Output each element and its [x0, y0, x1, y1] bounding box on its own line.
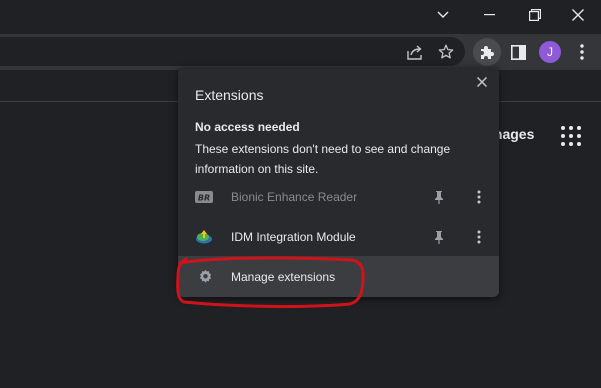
- restore-button[interactable]: [512, 0, 558, 30]
- minimize-button[interactable]: [466, 0, 512, 30]
- tab-search-button[interactable]: [420, 0, 466, 30]
- address-bar[interactable]: [0, 37, 465, 66]
- extension-more-button[interactable]: [471, 189, 487, 205]
- popup-close-button[interactable]: [474, 74, 490, 90]
- side-panel-icon: [510, 44, 526, 60]
- apps-grid-button[interactable]: [561, 126, 581, 146]
- profile-avatar[interactable]: J: [539, 41, 561, 63]
- more-vert-icon: [580, 44, 584, 60]
- extension-name: Bionic Enhance Reader: [231, 190, 358, 204]
- bookmark-star-button[interactable]: [436, 34, 456, 70]
- pin-icon: [435, 191, 443, 204]
- idm-icon: [195, 228, 213, 246]
- star-icon: [438, 44, 454, 59]
- share-button[interactable]: [404, 34, 424, 70]
- extension-item[interactable]: IDM Integration Module: [178, 217, 499, 257]
- pin-button[interactable]: [431, 189, 447, 205]
- svg-text:BR: BR: [198, 194, 210, 203]
- bionic-reader-icon: BR: [195, 188, 213, 206]
- more-vert-icon: [477, 230, 481, 244]
- extensions-button[interactable]: [473, 38, 501, 66]
- extensions-puzzle-icon: [481, 46, 494, 59]
- pin-button[interactable]: [431, 229, 447, 245]
- minimize-icon: [483, 14, 495, 16]
- chevron-down-icon: [437, 11, 449, 18]
- more-vert-icon: [477, 190, 481, 204]
- close-icon: [477, 77, 487, 87]
- browser-menu-button[interactable]: [574, 34, 590, 70]
- window-titlebar: [0, 0, 601, 34]
- extension-item[interactable]: BR Bionic Enhance Reader: [178, 177, 499, 217]
- extension-name: IDM Integration Module: [231, 230, 356, 244]
- section-description: These extensions don't need to see and c…: [195, 142, 451, 176]
- pin-icon: [435, 231, 443, 244]
- section-heading: No access needed: [195, 120, 300, 134]
- popup-title: Extensions: [195, 87, 264, 103]
- share-icon: [406, 44, 422, 60]
- avatar-letter: J: [547, 45, 553, 59]
- close-icon: [572, 9, 584, 21]
- close-window-button[interactable]: [555, 0, 601, 30]
- red-highlight-annotation: [176, 256, 365, 308]
- extension-more-button[interactable]: [471, 229, 487, 245]
- side-panel-button[interactable]: [508, 34, 528, 70]
- restore-icon: [529, 9, 541, 21]
